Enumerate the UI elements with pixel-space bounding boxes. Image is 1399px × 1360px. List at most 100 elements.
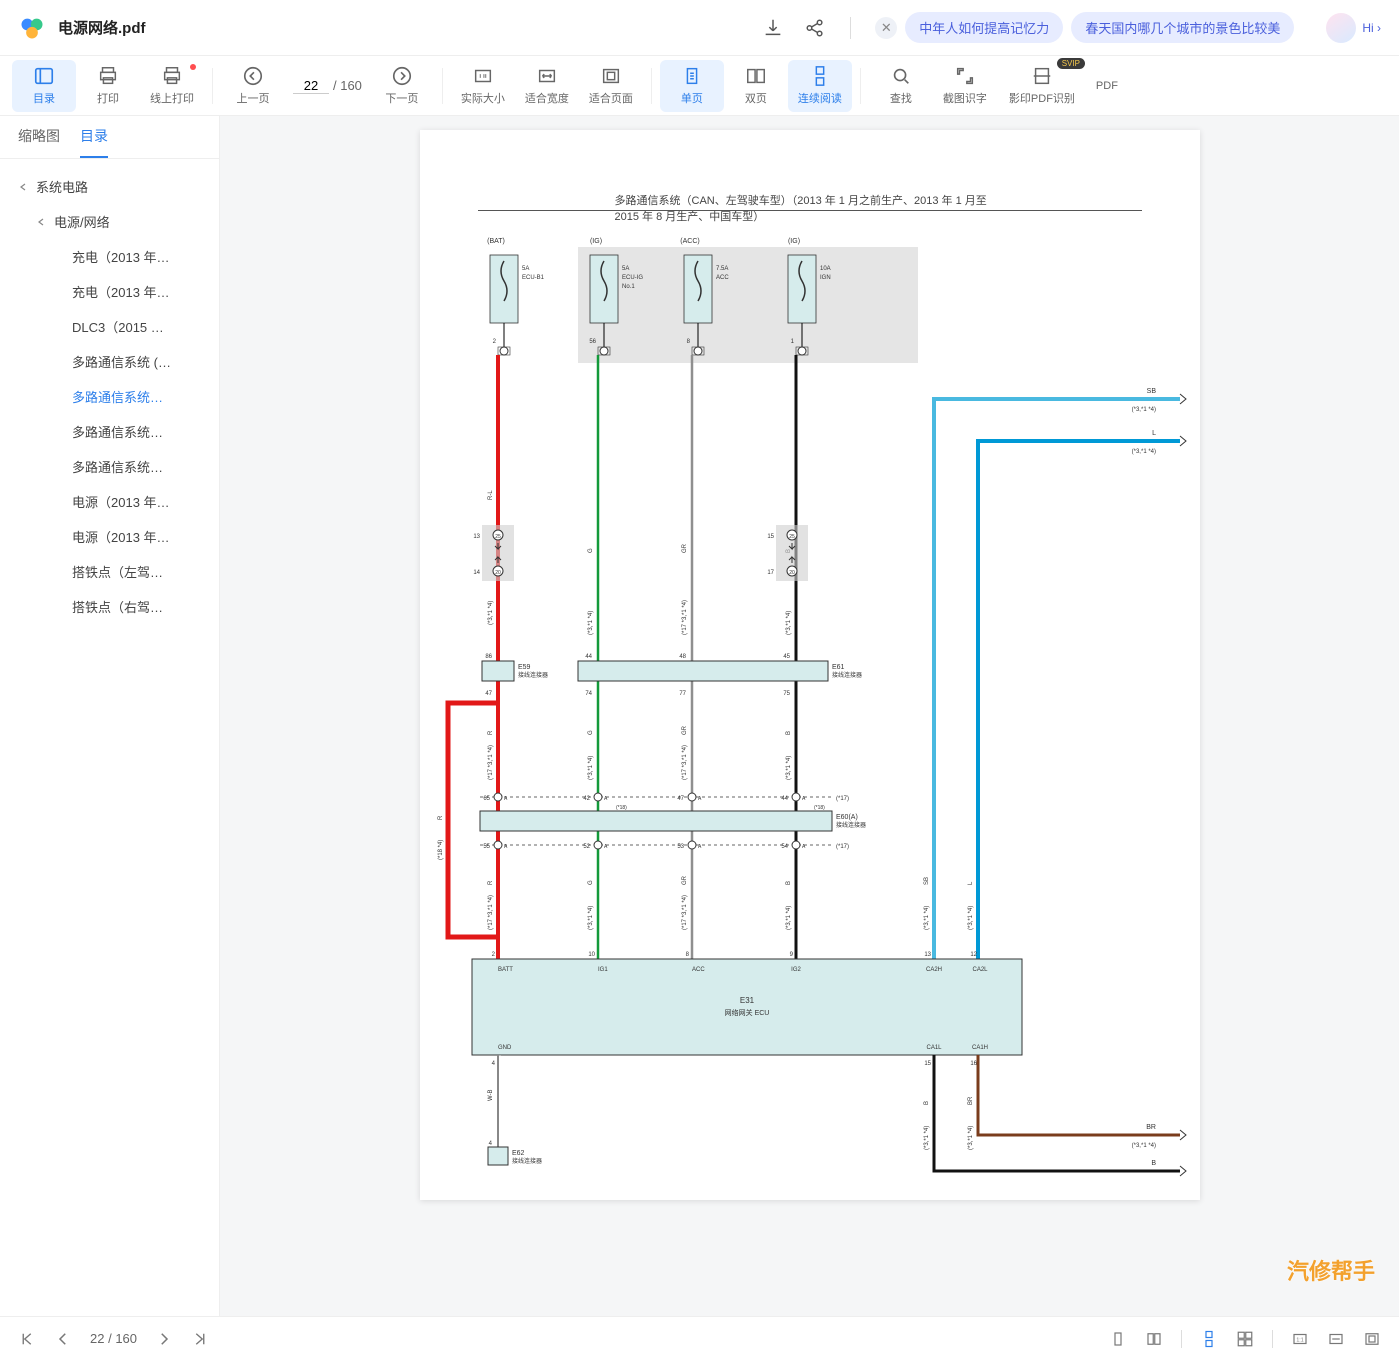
bottom-page-total: / 160 (108, 1331, 137, 1346)
bottom-bar: 22 / 160 1:1 (0, 1316, 1399, 1360)
outline-label: 充电（2013 年… (72, 247, 170, 266)
svg-text:13: 13 (924, 952, 931, 958)
outline-item-11[interactable]: 搭铁点（左驾… (0, 554, 219, 589)
svg-text:4: 4 (488, 1141, 492, 1147)
svg-text:13: 13 (473, 534, 480, 540)
svg-text:74: 74 (585, 691, 592, 697)
fit-page-button[interactable]: 适合页面 (579, 60, 643, 112)
outline-label: DLC3（2015 … (72, 317, 164, 336)
scan-ocr-button[interactable]: SVIP 影印PDF识别 (997, 60, 1087, 112)
outline-button[interactable]: 目录 (12, 60, 76, 112)
svg-text:2: 2 (492, 339, 496, 345)
outline-item-6[interactable]: 多路通信系统… (0, 379, 219, 414)
svg-text:(BAT): (BAT) (487, 238, 505, 245)
svg-text:A: A (504, 796, 508, 802)
svg-text:47: 47 (485, 691, 492, 697)
svg-text:7.5A: 7.5A (716, 266, 728, 272)
promo-chip-2[interactable]: 春天国内哪几个城市的景色比较美 (1071, 12, 1294, 43)
svg-text:E60(A): E60(A) (836, 814, 858, 821)
single-page-button[interactable]: 单页 (660, 60, 724, 112)
wiring-diagram: (BAT)(IG)(ACC)(IG)5AECU-B125AECU-IGNo.15… (420, 235, 1200, 1195)
view-double-icon[interactable] (1145, 1330, 1163, 1348)
svg-text:5A: 5A (622, 266, 629, 272)
actual-size-button[interactable]: 实际大小 (451, 60, 515, 112)
tab-thumbnails[interactable]: 缩略图 (18, 126, 60, 158)
next-page-button[interactable]: 下一页 (370, 60, 434, 112)
promo-close-button[interactable]: ✕ (875, 17, 897, 39)
svg-text:17: 17 (767, 570, 774, 576)
outline-item-9[interactable]: 电源（2013 年… (0, 484, 219, 519)
pdf-viewer[interactable]: 多路通信系统（CAN、左驾驶车型）（2013 年 1 月之前生产、2013 年 … (220, 116, 1399, 1316)
svg-text:(*3,*1 *4): (*3,*1 *4) (1131, 407, 1155, 413)
fit-width-button[interactable]: 适合宽度 (515, 60, 579, 112)
svg-text:G: G (588, 730, 594, 735)
view-single-icon[interactable] (1109, 1330, 1127, 1348)
diagram-title: 多路通信系统（CAN、左驾驶车型）（2013 年 1 月之前生产、2013 年 … (615, 192, 1005, 224)
svg-text:B: B (786, 731, 792, 735)
outline-item-10[interactable]: 电源（2013 年… (0, 519, 219, 554)
svg-text:(*17 *3,*1 *4): (*17 *3,*1 *4) (682, 745, 688, 780)
online-print-button[interactable]: 线上打印 (140, 60, 204, 112)
svg-text:1:1: 1:1 (1296, 1337, 1303, 1343)
bottom-page-cur: 22 (90, 1331, 104, 1346)
svg-text:SB: SB (1146, 388, 1156, 395)
outline-label: 电源（2013 年… (72, 527, 170, 546)
view-fitp-icon[interactable] (1363, 1330, 1381, 1348)
svg-text:ECU-B1: ECU-B1 (522, 275, 545, 281)
outline-label: 多路通信系统… (72, 457, 163, 476)
pdf-button[interactable]: PDF (1087, 60, 1127, 112)
svg-text:(*3,*1 *4): (*3,*1 *4) (968, 906, 974, 930)
svg-text:48: 48 (679, 654, 686, 660)
prev-page-bottom-button[interactable] (54, 1330, 72, 1348)
svg-text:5A: 5A (522, 266, 529, 272)
svg-text:接线连接器: 接线连接器 (836, 821, 866, 829)
svg-text:75: 75 (783, 691, 790, 697)
single-page-icon (681, 65, 703, 87)
outline-item-7[interactable]: 多路通信系统… (0, 414, 219, 449)
svg-text:(*3,*1 *4): (*3,*1 *4) (1131, 449, 1155, 455)
double-page-button[interactable]: 双页 (724, 60, 788, 112)
outline-item-5[interactable]: 多路通信系统 (… (0, 344, 219, 379)
outline-item-4[interactable]: DLC3（2015 … (0, 309, 219, 344)
outline-item-1[interactable]: 电源/网络 (0, 204, 219, 239)
document-title: 电源网络.pdf (58, 17, 146, 38)
svg-text:E61: E61 (832, 664, 845, 671)
download-icon[interactable] (762, 17, 784, 39)
svg-text:CA2L: CA2L (972, 967, 988, 973)
next-page-bottom-button[interactable] (155, 1330, 173, 1348)
svg-text:接线连接器: 接线连接器 (832, 671, 862, 679)
svg-text:CA2H: CA2H (925, 967, 941, 973)
svg-text:ACC: ACC (716, 275, 729, 281)
print-button[interactable]: 打印 (76, 60, 140, 112)
chevron-left-icon (242, 65, 264, 87)
outline-item-3[interactable]: 充电（2013 年… (0, 274, 219, 309)
svg-text:47: 47 (677, 796, 684, 802)
view-continuous-icon[interactable] (1200, 1330, 1218, 1348)
continuous-button[interactable]: 连续阅读 (788, 60, 852, 112)
share-icon[interactable] (804, 17, 826, 39)
main-toolbar: 目录 打印 线上打印 上一页 / 160 下一页 实际大小 适合宽度 适合页面 … (0, 56, 1399, 116)
first-page-button[interactable] (18, 1330, 36, 1348)
promo-chip-1[interactable]: 中年人如何提高记忆力 (905, 12, 1063, 43)
view-fitw-icon[interactable] (1327, 1330, 1345, 1348)
search-button[interactable]: 查找 (869, 60, 933, 112)
svg-text:15: 15 (767, 534, 774, 540)
last-page-button[interactable] (191, 1330, 209, 1348)
page-number-input[interactable] (293, 78, 329, 94)
svg-text:BATT: BATT (498, 967, 513, 973)
svg-text:(IG): (IG) (589, 238, 601, 245)
outline-item-12[interactable]: 搭铁点（右驾… (0, 589, 219, 624)
actual-size-icon (472, 65, 494, 87)
tab-outline[interactable]: 目录 (80, 126, 108, 158)
outline-item-0[interactable]: 系统电路 (0, 169, 219, 204)
chevron-right-icon (391, 65, 413, 87)
greeting-text[interactable]: Hi › (1362, 21, 1381, 35)
svg-text:42: 42 (583, 796, 590, 802)
view-book-icon[interactable] (1236, 1330, 1254, 1348)
outline-item-2[interactable]: 充电（2013 年… (0, 239, 219, 274)
view-ratio-icon[interactable]: 1:1 (1291, 1330, 1309, 1348)
crop-ocr-button[interactable]: 截图识字 (933, 60, 997, 112)
avatar[interactable] (1326, 13, 1356, 43)
prev-page-button[interactable]: 上一页 (221, 60, 285, 112)
outline-item-8[interactable]: 多路通信系统… (0, 449, 219, 484)
